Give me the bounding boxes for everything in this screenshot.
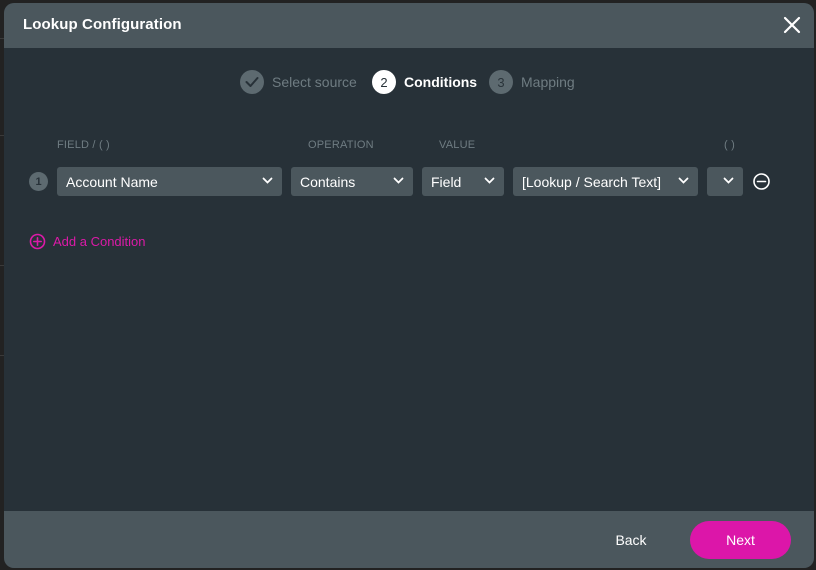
wizard-stepper: Select source 2 Conditions 3 Mapping: [4, 69, 814, 95]
step-select-source[interactable]: Select source: [240, 69, 357, 95]
column-header-field: FIELD / ( ): [57, 139, 110, 151]
paren-select[interactable]: [707, 167, 743, 196]
step-label: Select source: [272, 74, 357, 90]
plus-circle-icon: [29, 233, 46, 250]
step-circle-done: [240, 70, 264, 94]
dialog-footer: Back Next: [4, 511, 814, 568]
next-button[interactable]: Next: [690, 521, 791, 559]
chevron-down-icon: [678, 177, 689, 184]
step-label: Mapping: [521, 74, 575, 90]
row-number-badge: 1: [29, 172, 48, 191]
close-icon: [783, 16, 801, 34]
step-conditions[interactable]: 2 Conditions: [372, 69, 477, 95]
step-mapping[interactable]: 3 Mapping: [489, 69, 575, 95]
step-label: Conditions: [404, 74, 478, 90]
step-number: 2: [372, 70, 396, 94]
back-button[interactable]: Back: [606, 528, 656, 552]
add-condition-label: Add a Condition: [53, 234, 146, 249]
field-select-value: Account Name: [66, 173, 158, 190]
value-type-select-value: Field: [431, 173, 462, 190]
close-button[interactable]: [782, 15, 802, 35]
add-condition-button[interactable]: Add a Condition: [29, 233, 146, 250]
chevron-down-icon: [262, 177, 273, 184]
lookup-configuration-dialog: Lookup Configuration Select source 2 Con…: [4, 3, 814, 568]
value-select-value: [Lookup / Search Text]: [522, 173, 662, 190]
check-icon: [245, 77, 259, 87]
minus-circle-icon: [753, 173, 770, 190]
dialog-header: Lookup Configuration: [4, 3, 814, 48]
value-type-select[interactable]: Field: [422, 167, 504, 196]
column-header-paren: ( ): [724, 139, 735, 151]
column-header-operation: OPERATION: [308, 139, 374, 151]
chevron-down-icon: [484, 177, 495, 184]
operation-select-value: Contains: [300, 173, 356, 190]
chevron-down-icon: [393, 177, 404, 184]
operation-select[interactable]: Contains: [291, 167, 413, 196]
field-select[interactable]: Account Name: [57, 167, 282, 196]
column-header-value: VALUE: [439, 139, 476, 151]
step-number: 3: [489, 70, 513, 94]
value-select[interactable]: [Lookup / Search Text]: [513, 167, 698, 196]
chevron-down-icon: [723, 177, 734, 184]
dialog-title: Lookup Configuration: [23, 16, 182, 33]
remove-condition-button[interactable]: [752, 172, 771, 191]
